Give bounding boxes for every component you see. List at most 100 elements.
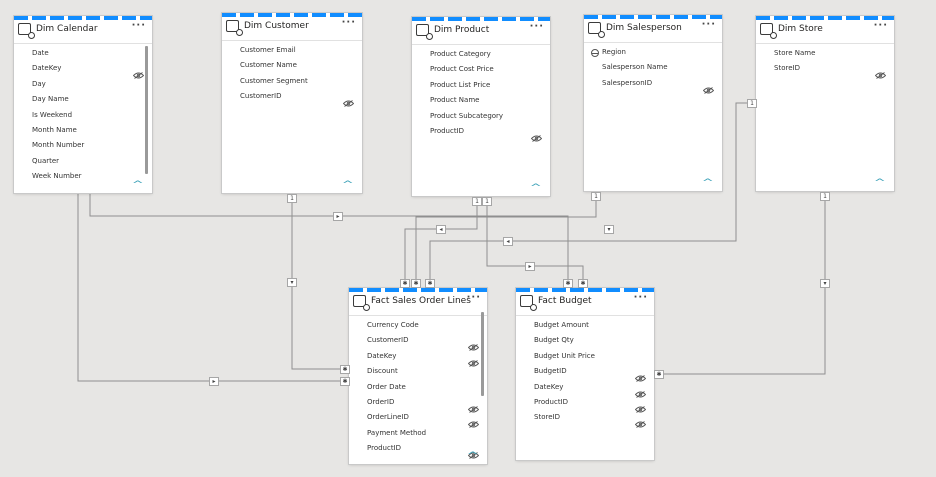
field-list: Region Salesperson Name SalespersonID	[584, 47, 722, 94]
field-order-date[interactable]: Order Date	[349, 382, 487, 397]
table-header[interactable]: Fact Budget ···	[516, 292, 654, 316]
field-product-list-price[interactable]: Product List Price	[412, 80, 550, 95]
field-budgetid[interactable]: BudgetID	[516, 366, 654, 383]
field-name: Currency Code	[367, 321, 419, 329]
field-budget-qty[interactable]: Budget Qty	[516, 335, 654, 350]
field-product-cost-price[interactable]: Product Cost Price	[412, 64, 550, 79]
field-product-subcategory[interactable]: Product Subcategory	[412, 111, 550, 126]
table-dim-calendar[interactable]: Dim Calendar ··· Date DateKey Day Day Name I…	[14, 16, 152, 193]
field-month-number[interactable]: Month Number	[14, 140, 152, 155]
collapse-icon[interactable]: ^	[530, 183, 542, 193]
field-datekey[interactable]: DateKey	[349, 351, 487, 367]
table-header[interactable]: Dim Product ···	[412, 21, 550, 45]
field-productid[interactable]: ProductID	[412, 126, 550, 142]
field-currency-code[interactable]: Currency Code	[349, 320, 487, 335]
hierarchy-icon	[591, 49, 599, 57]
field-name: StoreID	[774, 64, 800, 73]
more-options-icon[interactable]: ···	[132, 20, 146, 31]
scrollbar[interactable]	[481, 312, 484, 396]
table-header[interactable]: Fact Sales Order Lines ···	[349, 292, 487, 316]
collapse-icon[interactable]: ^	[702, 178, 714, 188]
field-day[interactable]: Day	[14, 79, 152, 94]
field-name: ProductID	[367, 444, 402, 453]
field-list: Budget Amount Budget Qty Budget Unit Price…	[516, 320, 654, 429]
table-title: Dim Salesperson	[606, 23, 682, 33]
table-header[interactable]: Dim Customer ···	[222, 17, 362, 41]
field-orderlineid[interactable]: OrderLineID	[349, 412, 487, 429]
field-name: CustomerID	[240, 92, 282, 101]
field-orderid[interactable]: OrderID	[349, 397, 487, 413]
table-title: Dim Customer	[244, 21, 309, 31]
table-fact-sales-order-lines[interactable]: Fact Sales Order Lines ··· Currency Code…	[349, 288, 487, 464]
more-options-icon[interactable]: ···	[702, 19, 716, 30]
more-options-icon[interactable]: ···	[342, 17, 356, 28]
field-customerid[interactable]: CustomerID	[222, 91, 362, 108]
collapse-icon[interactable]: ^	[132, 180, 144, 190]
cardinality-many-marker: ✱	[563, 279, 573, 288]
cardinality-many-marker: ✱	[578, 279, 588, 288]
field-customer-name[interactable]: Customer Name	[222, 60, 362, 75]
field-customerid[interactable]: CustomerID	[349, 335, 487, 352]
hidden-field-icon	[342, 92, 355, 108]
field-discount[interactable]: Discount	[349, 366, 487, 381]
cardinality-one-marker: 1	[472, 197, 482, 206]
field-name: Date	[32, 49, 49, 57]
more-options-icon[interactable]: ···	[530, 21, 544, 32]
table-dim-salesperson[interactable]: Dim Salesperson ··· Region Salesperson Na…	[584, 15, 722, 191]
collapse-icon[interactable]: ^	[874, 178, 886, 188]
table-icon	[18, 23, 35, 39]
more-options-icon[interactable]: ···	[874, 20, 888, 31]
field-storeid[interactable]: StoreID	[516, 412, 654, 429]
field-salespersonid[interactable]: SalespersonID	[584, 78, 722, 94]
cardinality-many-marker: ✱	[340, 377, 350, 386]
hidden-field-icon	[634, 398, 647, 413]
collapse-icon[interactable]: ^	[467, 451, 479, 461]
field-datekey[interactable]: DateKey	[516, 382, 654, 398]
field-region[interactable]: Region	[584, 47, 722, 62]
table-header[interactable]: Dim Salesperson ···	[584, 19, 722, 43]
collapse-icon[interactable]: ^	[342, 180, 354, 190]
field-name: Week Number	[32, 172, 82, 181]
rel-store-budget[interactable]	[653, 190, 826, 375]
field-name: OrderLineID	[367, 413, 409, 422]
field-list: Currency Code CustomerID DateKey Discount Or…	[349, 320, 487, 459]
field-is-weekend[interactable]: Is Weekend	[14, 110, 152, 125]
cardinality-many-marker: ✱	[400, 279, 410, 288]
field-customer-segment[interactable]: Customer Segment	[222, 76, 362, 91]
field-datekey[interactable]: DateKey	[14, 63, 152, 80]
field-store-name[interactable]: Store Name	[756, 48, 894, 63]
table-dim-customer[interactable]: Dim Customer ··· Customer Email Customer …	[222, 13, 362, 193]
more-options-icon[interactable]: ···	[634, 292, 648, 303]
more-options-icon[interactable]: ···	[467, 292, 481, 303]
field-date[interactable]: Date	[14, 48, 152, 63]
field-productid[interactable]: ProductID	[516, 397, 654, 413]
rel-calendar-budget[interactable]	[89, 192, 569, 288]
field-month-name[interactable]: Month Name	[14, 125, 152, 140]
table-header[interactable]: Dim Calendar ···	[14, 20, 152, 44]
field-name: Budget Unit Price	[534, 351, 595, 360]
field-storeid[interactable]: StoreID	[756, 63, 894, 80]
field-name: StoreID	[534, 413, 560, 422]
rel-calendar-sales[interactable]	[77, 192, 349, 382]
table-dim-product[interactable]: Dim Product ··· Product Category Product …	[412, 17, 550, 196]
field-salesperson-name[interactable]: Salesperson Name	[584, 62, 722, 77]
field-quarter[interactable]: Quarter	[14, 156, 152, 171]
table-icon	[226, 20, 243, 36]
table-dim-store[interactable]: Dim Store ··· Store Name StoreID ^	[756, 16, 894, 191]
table-title: Dim Store	[778, 24, 823, 34]
field-product-category[interactable]: Product Category	[412, 49, 550, 64]
scrollbar[interactable]	[145, 46, 148, 174]
table-fact-budget[interactable]: Fact Budget ··· Budget Amount Budget Qty B…	[516, 288, 654, 460]
field-day-name[interactable]: Day Name	[14, 94, 152, 109]
field-budget-amount[interactable]: Budget Amount	[516, 320, 654, 335]
field-customer-email[interactable]: Customer Email	[222, 45, 362, 60]
cardinality-one-marker: 1	[287, 194, 297, 203]
hidden-field-icon	[634, 367, 647, 383]
table-title: Dim Calendar	[36, 24, 98, 34]
field-name: Product List Price	[430, 80, 491, 89]
field-payment-method[interactable]: Payment Method	[349, 428, 487, 443]
table-header[interactable]: Dim Store ···	[756, 20, 894, 44]
field-budget-unit-price[interactable]: Budget Unit Price	[516, 351, 654, 366]
field-product-name[interactable]: Product Name	[412, 95, 550, 110]
field-name: Order Date	[367, 382, 406, 391]
